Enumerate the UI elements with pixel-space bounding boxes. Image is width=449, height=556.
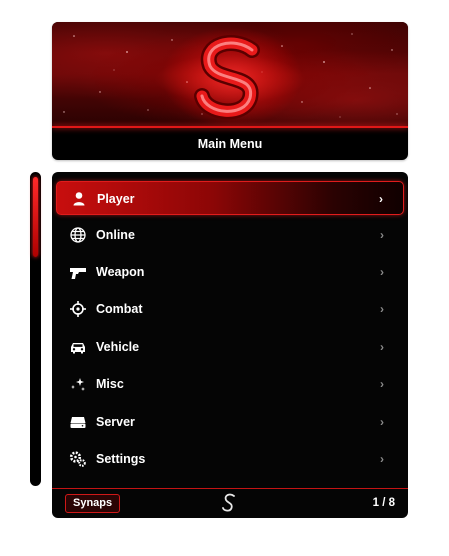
- menu-item-settings[interactable]: Settings ›: [56, 442, 404, 476]
- logo-s-icon: [220, 492, 238, 514]
- menu-item-label: Misc: [96, 377, 124, 391]
- chevron-right-icon: ›: [379, 192, 383, 206]
- menu-item-label: Vehicle: [96, 340, 140, 354]
- person-icon: [70, 190, 88, 208]
- menu-header: Main Menu: [52, 22, 408, 160]
- chevron-right-icon: ›: [380, 377, 384, 391]
- menu-item-label: Online: [96, 228, 135, 242]
- menu-item-server[interactable]: Server ›: [56, 405, 404, 439]
- menu-item-label: Server: [96, 415, 135, 429]
- menu-item-player[interactable]: Player ›: [56, 181, 404, 215]
- menu-item-online[interactable]: Online ›: [56, 218, 404, 252]
- menu-item-label: Player: [97, 192, 135, 206]
- menu-item-label: Weapon: [96, 265, 145, 279]
- pistol-icon: [69, 263, 87, 281]
- globe-icon: [69, 226, 87, 244]
- menu-item-combat[interactable]: Combat ›: [56, 292, 404, 326]
- sparkles-icon: [69, 375, 87, 393]
- banner-art: [63, 27, 398, 126]
- brand-badge: Synaps: [65, 494, 121, 513]
- server-icon: [69, 413, 87, 431]
- chevron-right-icon: ›: [380, 228, 384, 242]
- menu-item-weapon[interactable]: Weapon ›: [56, 255, 404, 289]
- scrollbar-thumb[interactable]: [33, 177, 38, 257]
- chevron-right-icon: ›: [380, 415, 384, 429]
- menu-footer: Synaps 1 / 8: [52, 489, 408, 518]
- menu-item-label: Combat: [96, 302, 143, 316]
- page-counter: 1 / 8: [372, 497, 395, 509]
- chevron-right-icon: ›: [380, 452, 384, 466]
- gears-icon: [69, 450, 87, 468]
- menu-item-label: Settings: [96, 452, 146, 466]
- scrollbar[interactable]: [30, 172, 41, 486]
- page-title: Main Menu: [197, 137, 263, 151]
- header-banner: [52, 22, 408, 126]
- menu-root: Main Menu Player › Online › Weapon › Com…: [0, 0, 449, 556]
- chevron-right-icon: ›: [380, 302, 384, 316]
- crosshair-icon: [69, 300, 87, 318]
- chevron-right-icon: ›: [380, 265, 384, 279]
- car-icon: [69, 338, 87, 356]
- menu-item-vehicle[interactable]: Vehicle ›: [56, 330, 404, 364]
- chevron-right-icon: ›: [380, 340, 384, 354]
- menu-item-misc[interactable]: Misc ›: [56, 367, 404, 401]
- menu-panel: Player › Online › Weapon › Combat › Vehi…: [52, 172, 408, 518]
